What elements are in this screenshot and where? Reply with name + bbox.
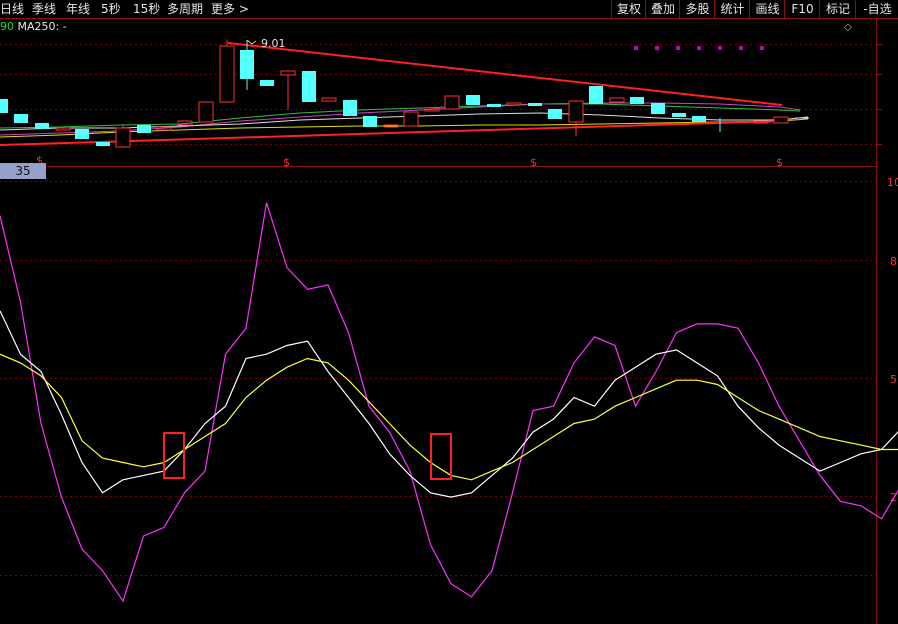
candle-fall bbox=[35, 123, 49, 129]
candle-fall bbox=[260, 80, 274, 86]
candle-rise bbox=[55, 127, 71, 131]
indicator-points bbox=[0, 202, 898, 602]
candle-rise bbox=[280, 70, 296, 76]
axis-label-10: 10 bbox=[887, 176, 898, 189]
candle-fall bbox=[466, 95, 480, 105]
candle-rise bbox=[115, 127, 131, 148]
candle-fall bbox=[137, 125, 151, 133]
candle-fall bbox=[0, 99, 8, 113]
axis-label-5: 5 bbox=[890, 373, 897, 386]
candle-fall bbox=[487, 104, 501, 107]
candle-fall bbox=[548, 109, 562, 119]
indicator-line-k bbox=[0, 310, 898, 498]
candle-fall bbox=[75, 129, 89, 139]
candle-rise bbox=[444, 95, 460, 110]
candle-fall bbox=[630, 97, 644, 104]
candle-rise bbox=[506, 102, 522, 106]
dividend-marker: $ bbox=[283, 156, 290, 169]
candle-fall bbox=[363, 116, 377, 127]
high-price-marker: 9.01 bbox=[246, 37, 286, 50]
candle-fall bbox=[672, 113, 686, 117]
candle-fall bbox=[651, 103, 665, 114]
candle-rise bbox=[219, 45, 235, 103]
candle-rise bbox=[773, 116, 789, 124]
high-price-label: 9.01 bbox=[261, 37, 286, 50]
crossover-highlight-box bbox=[430, 433, 452, 480]
candle-fall bbox=[589, 86, 603, 104]
candle-fall bbox=[343, 100, 357, 116]
candle-fall bbox=[14, 114, 28, 123]
candle-fall bbox=[528, 103, 542, 106]
dividend-marker: $ bbox=[530, 156, 537, 169]
candle-rise bbox=[198, 101, 214, 123]
indicator-line-j bbox=[0, 202, 898, 603]
axis-label-8: 8 bbox=[890, 255, 897, 268]
candle-rise bbox=[568, 100, 584, 123]
candle-fall bbox=[302, 71, 316, 102]
candle-fall bbox=[692, 116, 706, 122]
dividend-marker: $ bbox=[776, 156, 783, 169]
period-badge[interactable]: 35 bbox=[0, 163, 46, 179]
candle-fall bbox=[240, 50, 254, 79]
candle-fall bbox=[96, 142, 110, 146]
candle-rise bbox=[321, 97, 337, 102]
candle-rise bbox=[609, 97, 625, 103]
chart-area[interactable]: 10 8 5 2 9.01 $ $ $ $ bbox=[0, 0, 898, 624]
candle-rise bbox=[403, 111, 419, 127]
